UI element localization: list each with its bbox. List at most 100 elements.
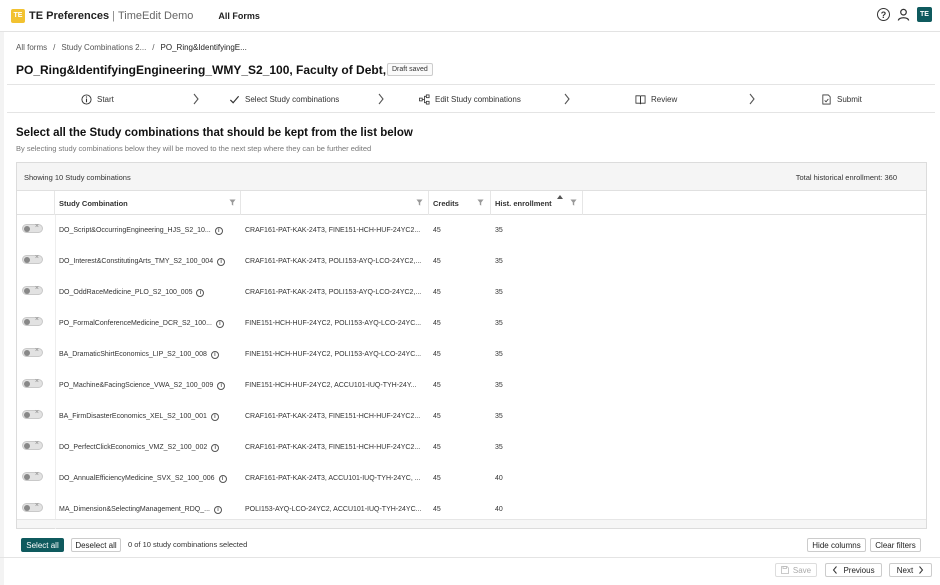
nav-all-forms[interactable]: All Forms (218, 11, 260, 21)
courses-cell: CRAF161-PAT-KAK-24T3, FINE151-HCH-HUF-24… (245, 413, 421, 420)
step-label: Submit (837, 94, 862, 104)
row-toggle[interactable] (22, 471, 43, 481)
column-header-credits[interactable]: Credits (429, 191, 491, 215)
row-toggle[interactable] (22, 502, 43, 512)
info-icon[interactable]: i (214, 226, 223, 235)
sort-asc-icon[interactable] (557, 194, 563, 200)
avatar[interactable]: TE (917, 7, 932, 22)
total-enrollment: Total historical enrollment: 360 (795, 173, 897, 182)
horizontal-scrollbar[interactable] (17, 519, 926, 528)
row-toggle[interactable] (22, 440, 43, 450)
table-row[interactable]: PO_FormalConferenceMedicine_DCR_S2_100..… (17, 308, 926, 339)
column-header-hist-enrollment[interactable]: Hist. enrollment (491, 191, 583, 215)
save-icon (780, 566, 789, 574)
table-row[interactable]: DO_Interest&ConstitutingArts_TMY_S2_100_… (17, 246, 926, 277)
study-combination-cell: BA_FirmDisasterEconomics_XEL_S2_100_001 i (59, 401, 241, 432)
document-check-icon (822, 94, 831, 104)
step-edit-study-combinations[interactable]: Edit Study combinations (419, 85, 521, 113)
help-icon[interactable]: ? (877, 8, 890, 21)
next-button[interactable]: Next (889, 563, 932, 577)
breadcrumb-all-forms[interactable]: All forms (16, 43, 47, 52)
select-all-button[interactable]: Select all (21, 538, 64, 552)
chevron-right-icon (564, 93, 570, 105)
filter-icon[interactable] (570, 199, 577, 206)
chevron-right-icon (378, 93, 384, 105)
hist-enrollment-cell: 35 (495, 258, 503, 265)
info-icon[interactable]: i (215, 319, 224, 328)
info-icon[interactable]: i (210, 412, 219, 421)
row-toggle[interactable] (22, 347, 43, 357)
user-icon[interactable] (897, 8, 910, 21)
step-submit[interactable]: Submit (821, 85, 862, 113)
info-icon[interactable]: i (217, 257, 226, 266)
study-combination-name: PO_Machine&FacingScience_VWA_S2_100_009 (59, 382, 214, 389)
credits-cell: 45 (433, 227, 441, 234)
study-combination-cell: DO_AnnualEfficiencyMedicine_SVX_S2_100_0… (59, 463, 241, 494)
step-start[interactable]: Start (81, 85, 114, 113)
next-label: Next (896, 565, 914, 575)
info-icon[interactable]: i (196, 288, 205, 297)
table-row[interactable]: DO_OddRaceMedicine_PLO_S2_100_005i CRAF16… (17, 277, 926, 308)
app-subtitle: TimeEdit Demo (117, 9, 194, 22)
app-title: TE Preferences (29, 9, 110, 22)
row-toggle[interactable] (22, 316, 43, 326)
filter-icon[interactable] (416, 199, 423, 206)
left-edge (0, 32, 4, 585)
credits-cell: 45 (433, 320, 441, 327)
breadcrumb: All forms / Study Combinations 2... / PO… (16, 43, 247, 52)
previous-button[interactable]: Previous (825, 563, 882, 577)
deselect-all-button[interactable]: Deselect all (71, 538, 121, 552)
app-logo: TE (11, 8, 25, 23)
study-combination-cell: PO_Machine&FacingScience_VWA_S2_100_009 i (59, 370, 241, 401)
save-label: Save (792, 565, 812, 575)
row-toggle[interactable] (22, 409, 43, 419)
credits-cell: 45 (433, 475, 441, 482)
filter-icon[interactable] (477, 199, 484, 206)
step-select-study-combinations[interactable]: Select Study combinations (229, 85, 339, 113)
study-combinations-table: Showing 10 Study combinations Total hist… (16, 162, 927, 529)
page-title: PO_Ring&IdentifyingEngineering_WMY_S2_10… (16, 63, 410, 77)
clear-filters-button[interactable]: Clear filters (870, 538, 921, 552)
check-icon (229, 95, 240, 104)
hist-enrollment-cell: 35 (495, 289, 503, 296)
breadcrumb-study-combinations[interactable]: Study Combinations 2... (61, 43, 146, 52)
hide-columns-button[interactable]: Hide columns (807, 538, 866, 552)
row-toggle[interactable] (22, 223, 43, 233)
table-row[interactable]: DO_Script&OccurringEngineering_HJS_S2_10… (17, 215, 926, 246)
column-label: Hist. enrollment (495, 198, 552, 208)
filter-icon[interactable] (229, 199, 236, 206)
breadcrumb-separator: / (152, 43, 155, 52)
column-header-study-combination[interactable]: Study Combination (55, 191, 241, 215)
info-icon[interactable]: i (210, 350, 219, 359)
table-row[interactable]: DO_AnnualEfficiencyMedicine_SVX_S2_100_0… (17, 463, 926, 494)
info-icon[interactable]: i (217, 381, 226, 390)
table-row[interactable]: PO_Machine&FacingScience_VWA_S2_100_009i… (17, 370, 926, 401)
info-icon[interactable]: i (211, 443, 220, 452)
info-icon[interactable]: i (218, 474, 227, 483)
study-combination-name: BA_DramaticShirtEconomics_LIP_S2_100_008 (59, 351, 207, 358)
hist-enrollment-cell: 35 (495, 382, 503, 389)
row-toggle[interactable] (22, 285, 43, 295)
table-row[interactable]: BA_DramaticShirtEconomics_LIP_S2_100_008… (17, 339, 926, 370)
courses-cell: FINE151-HCH-HUF-24YC2, POLI153-AYQ-LCO-2… (245, 351, 422, 358)
table-caption: Showing 10 Study combinations Total hist… (17, 163, 926, 191)
column-header-courses[interactable] (241, 191, 429, 215)
row-toggle[interactable] (22, 378, 43, 388)
hist-enrollment-cell: 35 (495, 413, 503, 420)
table-row[interactable]: BA_FirmDisasterEconomics_XEL_S2_100_001i… (17, 401, 926, 432)
info-icon[interactable]: i (213, 505, 222, 514)
study-combination-name: MA_Dimension&SelectingManagement_RDQ_... (59, 506, 210, 513)
row-toggle[interactable] (22, 254, 43, 264)
courses-cell: CRAF161-PAT-KAK-24T3, FINE151-HCH-HUF-24… (245, 444, 421, 451)
step-label: Edit Study combinations (435, 94, 521, 104)
save-button[interactable]: Save (775, 563, 817, 577)
status-badge: Draft saved (387, 63, 433, 76)
step-review[interactable]: Review (635, 85, 677, 113)
study-combination-cell: DO_OddRaceMedicine_PLO_S2_100_005 i (59, 277, 241, 308)
chevron-right-icon (193, 93, 199, 105)
info-circle-icon (81, 93, 92, 105)
table-header: Study Combination Credits Hist. enrollme… (17, 191, 926, 215)
chevron-right-icon (749, 93, 755, 105)
stepper: Start Select Study combinations Edit Stu… (7, 84, 935, 113)
table-row[interactable]: DO_PerfectClickEconomics_VMZ_S2_100_002i… (17, 432, 926, 463)
